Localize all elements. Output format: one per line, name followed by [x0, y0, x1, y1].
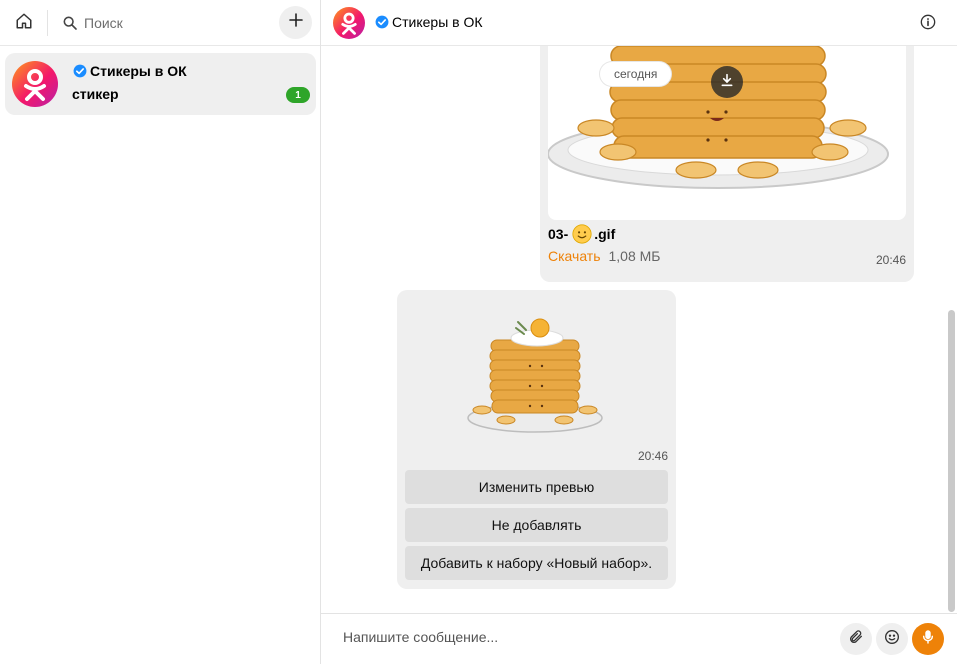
message-input[interactable] [343, 629, 823, 645]
chat-header: Стикеры в ОК [321, 0, 957, 46]
file-meta: Скачать 1,08 МБ [548, 248, 661, 264]
verified-icon [375, 15, 389, 29]
plus-icon [288, 12, 304, 33]
voice-message-button[interactable] [912, 623, 944, 655]
file-size: 1,08 МБ [608, 248, 661, 264]
search-box[interactable] [52, 6, 272, 40]
unread-badge: 1 [286, 87, 310, 103]
dont-add-button[interactable]: Не добавлять [405, 508, 668, 542]
chat-info-button[interactable] [917, 13, 939, 35]
attach-button[interactable] [840, 623, 872, 655]
chat-name: Стикеры в ОК [73, 63, 187, 79]
message-time: 20:46 [875, 253, 906, 267]
verified-icon [73, 64, 87, 78]
chat-list-item[interactable]: Стикеры в ОК стикер 1 [5, 53, 316, 115]
chat-title-text: Стикеры в ОК [392, 14, 483, 30]
chat-last-message: стикер [72, 86, 119, 102]
message-list[interactable]: 03- .gif Скачать 1,08 МБ 20:46 сегодня 2… [321, 46, 957, 613]
chat-name-text: Стикеры в ОК [90, 63, 187, 79]
file-name-prefix: 03- [548, 226, 569, 242]
message-time: 20:46 [637, 449, 668, 463]
sticker-message: 20:46 Изменить превью Не добавлять Добав… [397, 290, 676, 589]
date-separator: сегодня [600, 62, 672, 86]
pancake-sticker [467, 318, 603, 433]
header-avatar[interactable] [333, 7, 365, 39]
file-name: 03- .gif [548, 224, 615, 244]
new-chat-button[interactable] [279, 6, 312, 39]
message-scrollbar[interactable] [948, 310, 955, 612]
chat-pane: Стикеры в ОК 03- .gif Скачать 1,08 МБ 20… [321, 0, 957, 664]
search-icon [58, 11, 82, 35]
paperclip-icon [848, 629, 864, 650]
download-link[interactable]: Скачать [548, 248, 601, 264]
smile-emoji-icon [572, 224, 592, 244]
messenger-app: Стикеры в ОК стикер 1 [0, 0, 957, 664]
sidebar: Стикеры в ОК стикер 1 [0, 0, 321, 664]
microphone-icon [920, 629, 936, 650]
info-icon [920, 14, 936, 35]
chat-avatar [12, 61, 58, 107]
emoji-button[interactable] [876, 623, 908, 655]
add-to-set-button[interactable]: Добавить к набору «Новый набор». [405, 546, 668, 580]
chat-title[interactable]: Стикеры в ОК [375, 14, 483, 30]
smile-icon [884, 629, 900, 650]
message-composer [321, 613, 957, 664]
home-button[interactable] [8, 8, 40, 38]
home-icon [15, 12, 33, 35]
sidebar-toolbar [0, 0, 320, 46]
download-button[interactable] [711, 66, 743, 98]
download-icon [719, 72, 735, 93]
sticker-image[interactable] [466, 306, 608, 434]
toolbar-divider [47, 10, 48, 36]
file-name-suffix: .gif [594, 226, 616, 242]
change-preview-button[interactable]: Изменить превью [405, 470, 668, 504]
search-input[interactable] [84, 15, 254, 31]
